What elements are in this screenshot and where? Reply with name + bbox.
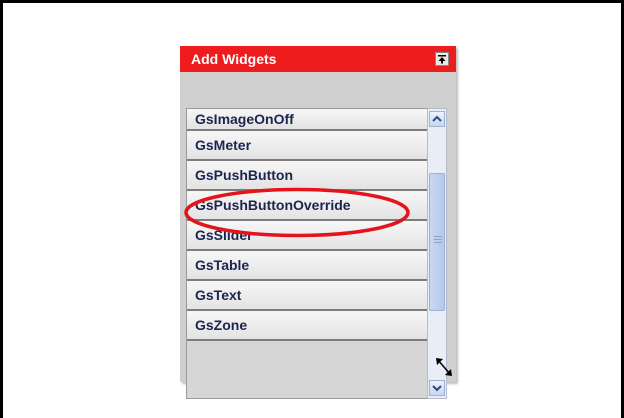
list-item-gspushbuttonoverride[interactable]: GsPushButtonOverride <box>187 191 428 221</box>
panel-titlebar: Add Widgets <box>180 46 456 72</box>
panel-title: Add Widgets <box>191 51 277 67</box>
collapse-to-top-icon[interactable] <box>435 52 449 66</box>
list-item-label: GsImageOnOff <box>195 111 294 127</box>
list-item-gstable[interactable]: GsTable <box>187 251 428 281</box>
thumb-grip <box>434 239 442 240</box>
list-item-gsslider[interactable]: GsSlider <box>187 221 428 251</box>
widget-list: GsImageOnOff GsMeter GsPushButton GsPush… <box>186 108 429 399</box>
list-item-label: GsText <box>195 287 242 303</box>
list-item-gsimageonoff[interactable]: GsImageOnOff <box>187 109 428 131</box>
scrollbar-thumb[interactable] <box>429 173 445 311</box>
thumb-grip <box>434 242 442 243</box>
list-item-label: GsPushButton <box>195 167 293 183</box>
add-widgets-panel: Add Widgets GsImageOnOff GsMeter GsPushB… <box>180 46 456 399</box>
list-item-gspushbutton[interactable]: GsPushButton <box>187 161 428 191</box>
list-item-gstext[interactable]: GsText <box>187 281 428 311</box>
list-item-gsmeter[interactable]: GsMeter <box>187 131 428 161</box>
list-item-label: GsSlider <box>195 227 253 243</box>
list-item-label: GsZone <box>195 317 248 333</box>
thumb-grip <box>434 236 442 237</box>
list-item-label: GsMeter <box>195 137 252 153</box>
list-item-gszone[interactable]: GsZone <box>187 311 428 341</box>
list-item-label: GsPushButtonOverride <box>195 197 351 213</box>
scroll-down-arrow-icon[interactable] <box>429 380 445 396</box>
resize-diagonal-icon[interactable] <box>434 356 454 378</box>
list-item-label: GsTable <box>195 257 250 273</box>
scroll-up-arrow-icon[interactable] <box>429 111 445 127</box>
